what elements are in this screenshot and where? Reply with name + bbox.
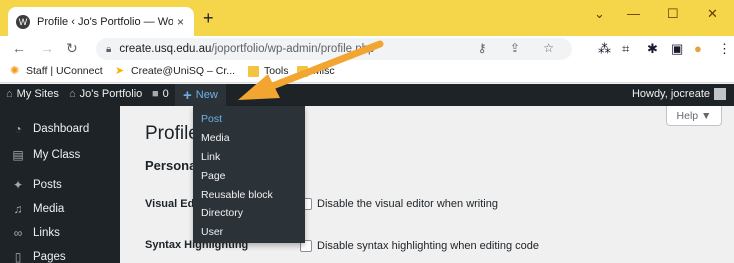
links-icon: ∞ — [13, 226, 23, 240]
my-sites-menu[interactable]: ⌂ My Sites — [6, 88, 59, 100]
sidebar-item-pages[interactable]: ▯ Pages — [0, 244, 120, 263]
tab-close-icon[interactable]: × — [177, 15, 184, 29]
new-user-item[interactable]: User — [193, 223, 305, 242]
syntax-highlighting-text: Disable syntax highlighting when editing… — [317, 240, 539, 252]
tab-search-icon[interactable]: ⌄ — [594, 6, 605, 22]
folder-icon — [248, 65, 259, 77]
new-tab-button[interactable]: + — [203, 9, 214, 27]
site-name-menu[interactable]: ⌂ Jo's Portfolio — [69, 88, 142, 100]
sidepanel-icon[interactable]: ▣ — [671, 41, 683, 57]
lock-icon: 🔒︎ — [106, 43, 112, 55]
uconnect-icon: ✺ — [10, 64, 20, 77]
forward-icon[interactable]: → — [40, 40, 54, 56]
screenshot-extension-icon[interactable]: ⌗ — [622, 41, 629, 57]
reload-icon[interactable]: ↻ — [66, 40, 78, 57]
wordpress-favicon-icon: W — [16, 14, 30, 29]
browser-tab[interactable]: W Profile ‹ Jo's Portfolio — WordPress × — [8, 7, 194, 36]
address-bar[interactable]: 🔒︎ create.usq.edu.au/joportfolio/wp-admi… — [96, 38, 572, 60]
sidebar-item-my-class[interactable]: ▤ My Class — [0, 142, 120, 168]
new-page-item[interactable]: Page — [193, 166, 305, 185]
plus-icon: + — [183, 86, 192, 104]
my-sites-icon: ⌂ — [6, 88, 13, 100]
pages-icon: ▯ — [14, 250, 22, 263]
bookmark-unisq[interactable]: ➤ Create@UniSQ – Cr... — [115, 65, 235, 77]
admin-sidebar: ◔ Dashboard ▤ My Class ✦ Posts ♫ Media ∞… — [0, 106, 120, 263]
account-menu[interactable]: Howdy, jocreate — [632, 88, 726, 100]
dashboard-icon: ◔ — [14, 122, 22, 136]
bookmark-uconnect[interactable]: ✺ Staff | UConnect — [10, 65, 103, 77]
help-button[interactable]: Help ▼ — [666, 106, 722, 126]
extension-icon[interactable]: ⁂ — [598, 41, 611, 57]
minimize-button[interactable]: — — [627, 6, 640, 21]
sidebar-item-media[interactable]: ♫ Media — [0, 196, 120, 222]
pin-icon: ✦ — [12, 178, 24, 192]
bookmark-misc[interactable]: Misc — [297, 65, 335, 77]
sidebar-item-links[interactable]: ∞ Links — [0, 220, 120, 246]
new-reusable-block-item[interactable]: Reusable block — [193, 185, 305, 204]
back-icon[interactable]: ← — [12, 40, 26, 56]
folder-icon — [297, 65, 308, 77]
new-content-menu[interactable]: + New — [175, 84, 226, 106]
close-window-button[interactable]: ✕ — [707, 6, 718, 22]
comments-link[interactable]: ■ 0 — [152, 88, 169, 100]
sidebar-item-posts[interactable]: ✦ Posts — [0, 172, 120, 198]
class-icon: ▤ — [12, 148, 24, 162]
section-title: Personal — [145, 158, 200, 173]
profile-avatar[interactable]: ● — [694, 41, 702, 56]
unisq-icon: ➤ — [115, 64, 125, 77]
tab-title: Profile ‹ Jo's Portfolio — WordPress — [37, 15, 173, 28]
browser-tab-strip: W Profile ‹ Jo's Portfolio — WordPress ×… — [0, 0, 734, 36]
new-post-item[interactable]: Post — [193, 110, 305, 129]
comment-icon: ■ — [152, 88, 159, 100]
visual-editor-text: Disable the visual editor when writing — [317, 198, 498, 210]
browser-menu-icon[interactable]: ⋮ — [718, 41, 731, 57]
new-content-dropdown: Post Media Link Page Reusable block Dire… — [193, 106, 305, 243]
omnibox-action-icons[interactable]: ⚷ ⇪ ☆ — [478, 41, 564, 55]
new-directory-item[interactable]: Directory — [193, 204, 305, 223]
url-text: create.usq.edu.au/joportfolio/wp-admin/p… — [119, 43, 375, 55]
bookmarks-bar: ✺ Staff | UConnect ➤ Create@UniSQ – Cr..… — [0, 62, 734, 83]
new-media-item[interactable]: Media — [193, 129, 305, 148]
puzzle-icon[interactable]: ✱ — [647, 41, 658, 57]
user-avatar — [714, 88, 726, 100]
media-icon: ♫ — [13, 202, 23, 216]
bookmark-tools[interactable]: Tools — [248, 65, 289, 77]
page-title: Profile — [145, 123, 199, 144]
new-link-item[interactable]: Link — [193, 148, 305, 167]
home-icon: ⌂ — [69, 88, 76, 100]
sidebar-item-dashboard[interactable]: ◔ Dashboard — [0, 116, 120, 142]
wp-admin-bar: ⌂ My Sites ⌂ Jo's Portfolio ■ 0 + New Ho… — [0, 84, 734, 106]
maximize-button[interactable]: ☐ — [667, 6, 679, 22]
